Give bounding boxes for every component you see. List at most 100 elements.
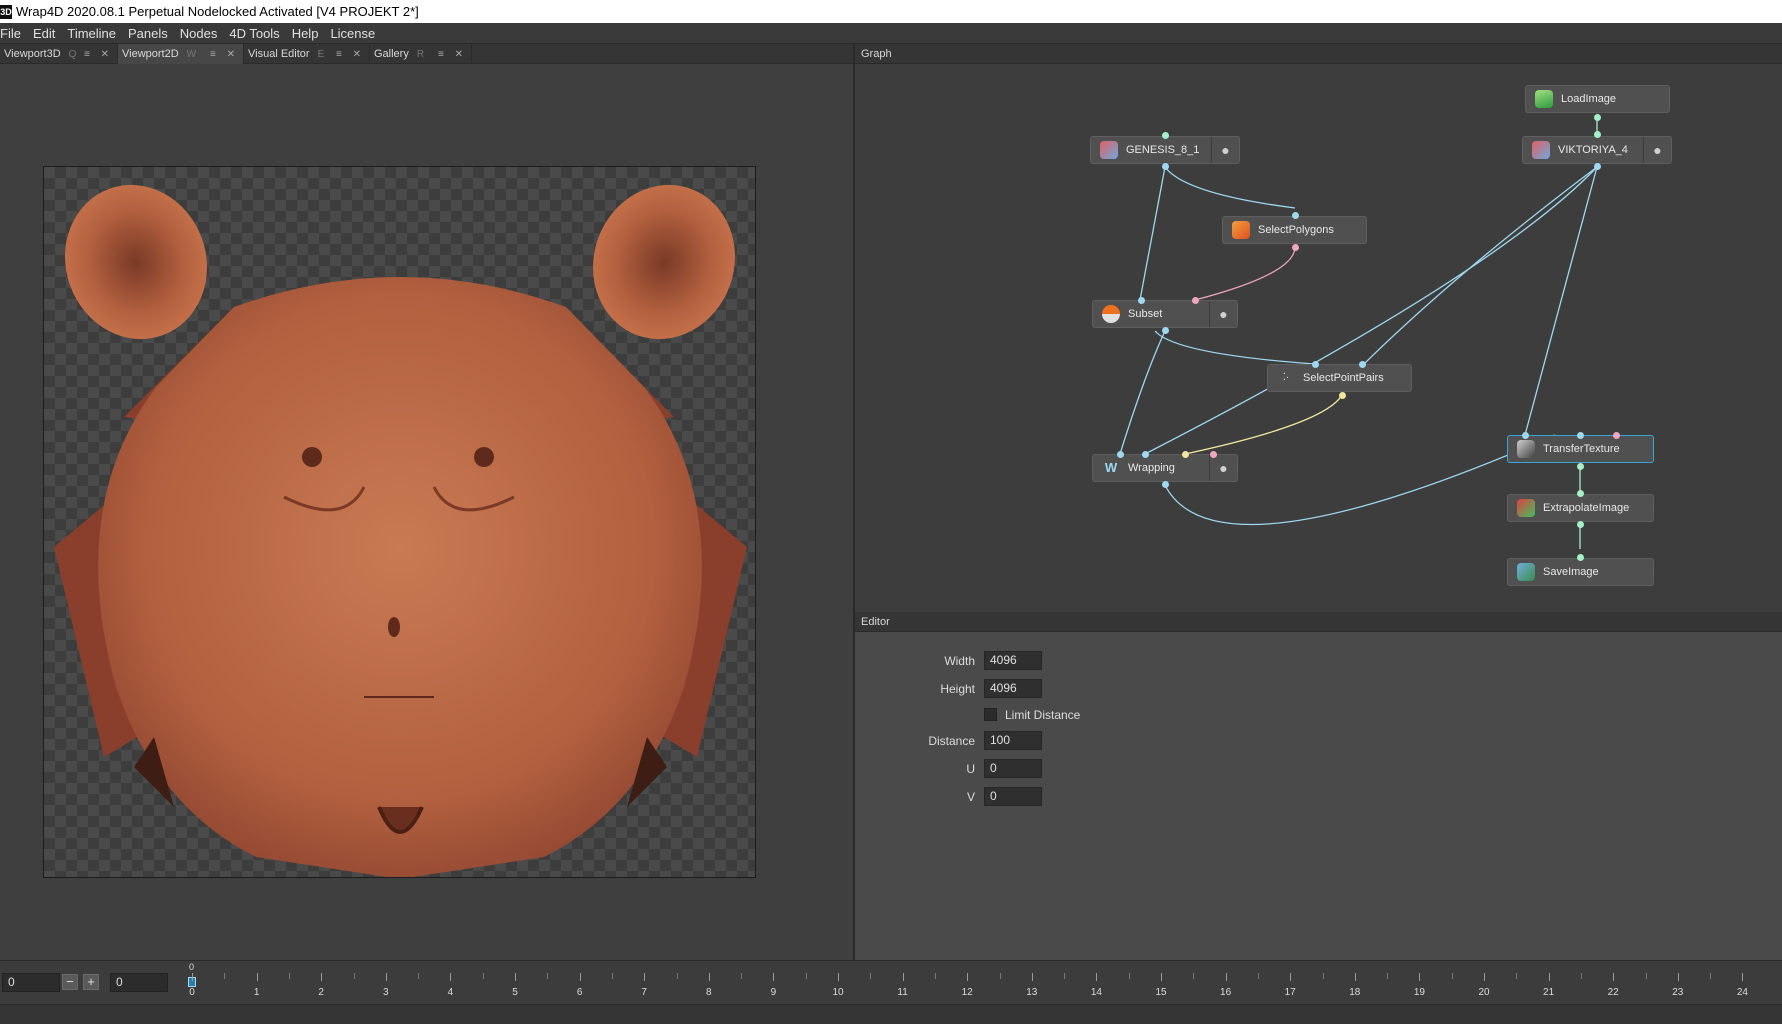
frame-increment-button[interactable]: + [83, 974, 99, 990]
ruler-tick-label: 15 [1155, 987, 1167, 998]
input-port[interactable] [1577, 490, 1584, 497]
menu-panels[interactable]: Panels [128, 26, 174, 41]
node-subset[interactable]: Subset ● [1092, 300, 1238, 328]
image-icon [1535, 90, 1553, 108]
node-transfertexture[interactable]: TransferTexture [1507, 435, 1654, 463]
status-bar [0, 1004, 1782, 1024]
output-port[interactable] [1594, 163, 1601, 170]
node-selectpolygons[interactable]: SelectPolygons [1222, 216, 1367, 244]
ruler-tick-label: 12 [961, 987, 973, 998]
node-extrapolateimage[interactable]: ExtrapolateImage [1507, 494, 1654, 522]
ruler-minor-tick [676, 973, 678, 979]
visibility-bulb-icon[interactable]: ● [1209, 301, 1237, 327]
ruler-tick-label: 21 [1543, 987, 1555, 998]
output-port[interactable] [1339, 392, 1346, 399]
ruler-minor-tick [1451, 973, 1453, 979]
tab-controls-icon[interactable]: ≡ ✕ [210, 49, 239, 60]
ruler-tick [1096, 973, 1098, 981]
timeline-ruler[interactable]: 0 1 2 3 4 5 6 7 8 9 10 11 12 13 14 15 16 17 18 19 20 21 22 23 24 [189, 973, 1775, 1003]
mesh-icon [1532, 141, 1550, 159]
output-port[interactable] [1162, 327, 1169, 334]
node-genesis[interactable]: GENESIS_8_1 ● [1090, 136, 1240, 164]
output-port[interactable] [1162, 163, 1169, 170]
current-frame-field[interactable]: 0 [2, 973, 60, 992]
input-port[interactable] [1192, 297, 1199, 304]
input-port[interactable] [1210, 451, 1217, 458]
ruler-tick [385, 973, 387, 981]
v-label: V [966, 790, 975, 804]
menu-nodes[interactable]: Nodes [180, 26, 224, 41]
menu-timeline[interactable]: Timeline [67, 26, 122, 41]
ruler-tick [1613, 973, 1615, 981]
input-port[interactable] [1594, 131, 1601, 138]
select-polygons-icon [1232, 221, 1250, 239]
viewport-tabs: Viewport3D Q ≡ ✕ Viewport2D W ≡ ✕ Visual… [0, 44, 853, 64]
input-port[interactable] [1182, 451, 1189, 458]
node-label: Subset [1128, 308, 1163, 320]
tab-label: Gallery [374, 48, 409, 60]
output-port[interactable] [1577, 463, 1584, 470]
output-port[interactable] [1292, 244, 1299, 251]
distance-label: Distance [928, 734, 975, 748]
height-field[interactable]: 4096 [984, 679, 1042, 698]
output-port[interactable] [1594, 114, 1601, 121]
tab-visual-editor[interactable]: Visual Editor E ≡ ✕ [244, 44, 370, 64]
ruler-tick [579, 973, 581, 981]
input-port[interactable] [1577, 554, 1584, 561]
output-port[interactable] [1162, 481, 1169, 488]
tab-hotkey: E [317, 48, 325, 60]
end-frame-field[interactable]: 0 [110, 973, 168, 992]
editor-header: Editor [855, 612, 1782, 632]
tab-viewport2d[interactable]: Viewport2D W ≡ ✕ [118, 44, 244, 64]
limit-distance-checkbox[interactable] [984, 708, 997, 721]
input-port[interactable] [1138, 297, 1145, 304]
input-port[interactable] [1312, 361, 1319, 368]
input-port[interactable] [1613, 432, 1620, 439]
visibility-bulb-icon[interactable]: ● [1643, 137, 1671, 163]
menu-license[interactable]: License [330, 26, 381, 41]
u-field[interactable]: 0 [984, 759, 1042, 778]
node-saveimage[interactable]: SaveImage [1507, 558, 1654, 586]
width-field[interactable]: 4096 [984, 651, 1042, 670]
node-loadimage[interactable]: LoadImage [1525, 85, 1670, 113]
ruler-tick [1290, 973, 1292, 981]
input-port[interactable] [1117, 451, 1124, 458]
node-selectpointpairs[interactable]: ⁚· SelectPointPairs [1267, 364, 1412, 392]
ruler-minor-tick [224, 973, 226, 979]
ruler-tick-label: 19 [1413, 987, 1425, 998]
wrapping-icon: W [1102, 459, 1120, 477]
ruler-tick [1484, 973, 1485, 981]
tab-gallery[interactable]: Gallery R ≡ ✕ [370, 44, 472, 64]
menu-help[interactable]: Help [292, 26, 325, 41]
input-port[interactable] [1162, 132, 1169, 139]
input-port[interactable] [1292, 212, 1299, 219]
tab-controls-icon[interactable]: ≡ ✕ [84, 49, 113, 60]
ruler-tick [515, 973, 516, 981]
ruler-tick-label: 13 [1026, 987, 1038, 998]
visibility-bulb-icon[interactable]: ● [1211, 137, 1239, 163]
node-wrapping[interactable]: W Wrapping ● [1092, 454, 1238, 482]
input-port[interactable] [1522, 432, 1529, 439]
ruler-tick-label: 11 [897, 987, 908, 998]
output-port[interactable] [1577, 521, 1584, 528]
window-title: Wrap4D 2020.08.1 Perpetual Nodelocked Ac… [16, 4, 419, 19]
tab-controls-icon[interactable]: ≡ ✕ [438, 49, 467, 60]
input-port[interactable] [1359, 361, 1366, 368]
input-port[interactable] [1577, 432, 1584, 439]
ruler-tick [450, 973, 452, 981]
frame-decrement-button[interactable]: − [62, 974, 78, 990]
graph-panel[interactable]: Graph GENESIS_8_1 ● LoadImage VIKTORIYA_… [855, 44, 1782, 612]
menu-file[interactable]: File [0, 26, 27, 41]
menu-edit[interactable]: Edit [33, 26, 61, 41]
distance-field[interactable]: 100 [984, 731, 1042, 750]
texture-viewport[interactable] [43, 166, 756, 878]
node-viktoriya[interactable]: VIKTORIYA_4 ● [1522, 136, 1672, 164]
ruler-minor-tick [805, 973, 807, 979]
visibility-bulb-icon[interactable]: ● [1209, 455, 1237, 481]
menu-4d-tools[interactable]: 4D Tools [229, 26, 285, 41]
input-port[interactable] [1142, 451, 1149, 458]
ruler-minor-tick [1580, 973, 1582, 979]
v-field[interactable]: 0 [984, 787, 1042, 806]
tab-viewport3d[interactable]: Viewport3D Q ≡ ✕ [0, 44, 118, 64]
tab-controls-icon[interactable]: ≡ ✕ [336, 49, 365, 60]
